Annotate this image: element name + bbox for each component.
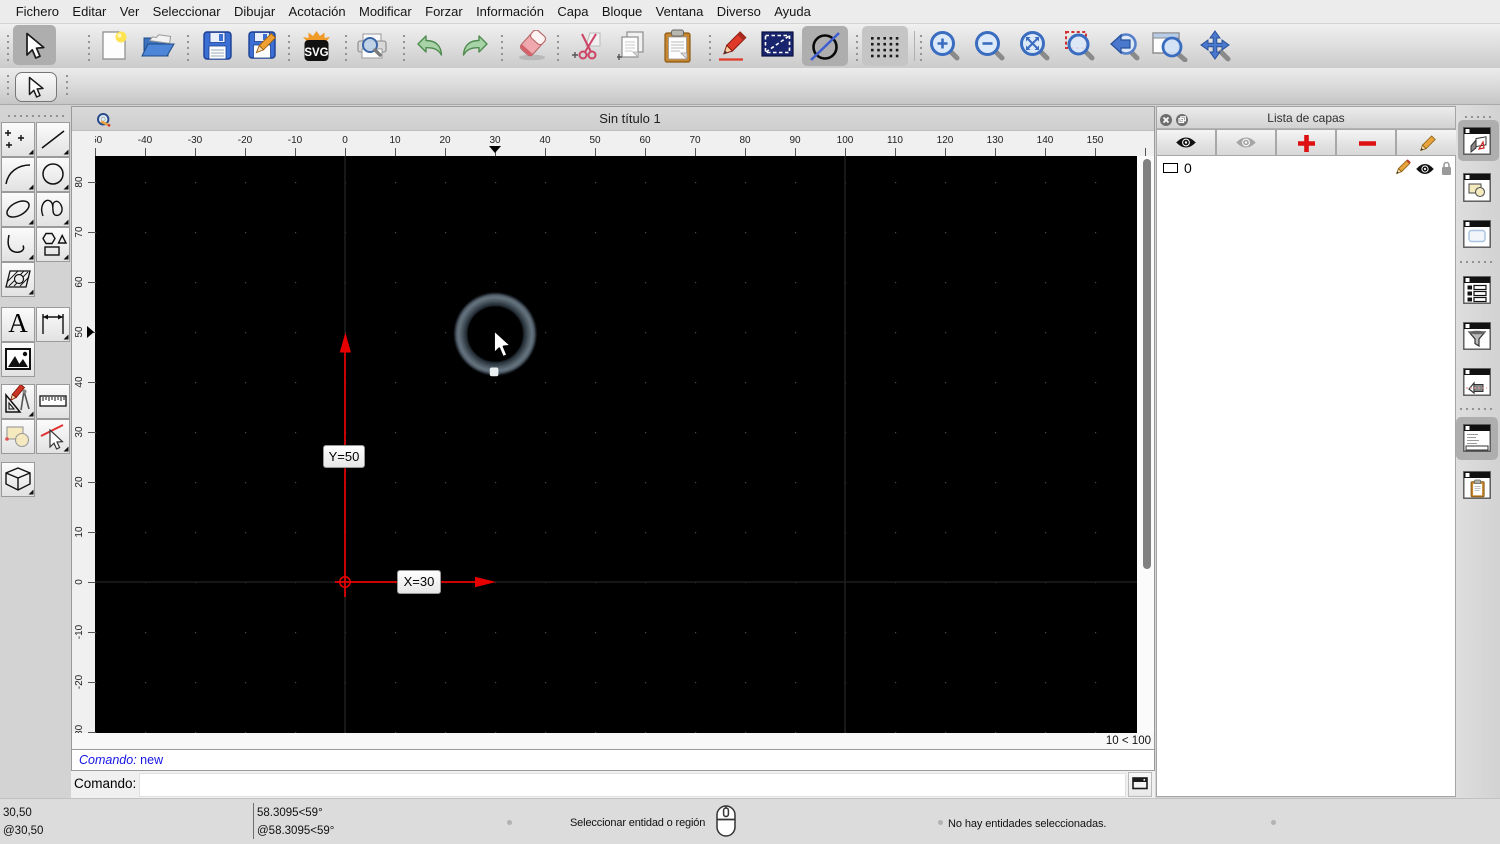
svg-text:60: 60: [639, 135, 651, 146]
svg-text:30: 30: [74, 426, 85, 438]
svg-text:0: 0: [74, 579, 85, 585]
svg-text:110: 110: [887, 135, 903, 146]
svg-text:-40: -40: [138, 135, 153, 146]
svg-text:100: 100: [837, 135, 854, 146]
svg-text:120: 120: [937, 135, 954, 146]
svg-text:50: 50: [74, 326, 85, 338]
svg-text:90: 90: [789, 135, 801, 146]
svg-text:10: 10: [389, 135, 401, 146]
svg-text:70: 70: [74, 226, 85, 238]
svg-text:SVG: SVG: [304, 47, 328, 59]
svg-text:-20: -20: [238, 135, 253, 146]
svg-text:0: 0: [342, 135, 348, 146]
svg-text:70: 70: [689, 135, 701, 146]
svg-text:-30: -30: [188, 135, 203, 146]
svg-text:40: 40: [539, 135, 551, 146]
svg-text:140: 140: [1037, 135, 1054, 146]
svg-text:30: 30: [489, 135, 501, 146]
svg-text:50: 50: [589, 135, 601, 146]
svg-text:-50: -50: [95, 135, 103, 146]
svg-text:130: 130: [987, 135, 1004, 146]
svg-text:20: 20: [74, 476, 85, 488]
svg-text:80: 80: [74, 176, 85, 188]
svg-text:20: 20: [439, 135, 451, 146]
svg-text:80: 80: [739, 135, 751, 146]
svg-text:-30: -30: [74, 724, 85, 733]
svg-text:40: 40: [74, 376, 85, 388]
svg-text:-20: -20: [74, 674, 85, 689]
svg-text:60: 60: [74, 276, 85, 288]
svg-text:-10: -10: [74, 624, 85, 639]
svg-text:-10: -10: [288, 135, 303, 146]
svg-text:150: 150: [1087, 135, 1104, 146]
svg-text:10: 10: [74, 526, 85, 538]
